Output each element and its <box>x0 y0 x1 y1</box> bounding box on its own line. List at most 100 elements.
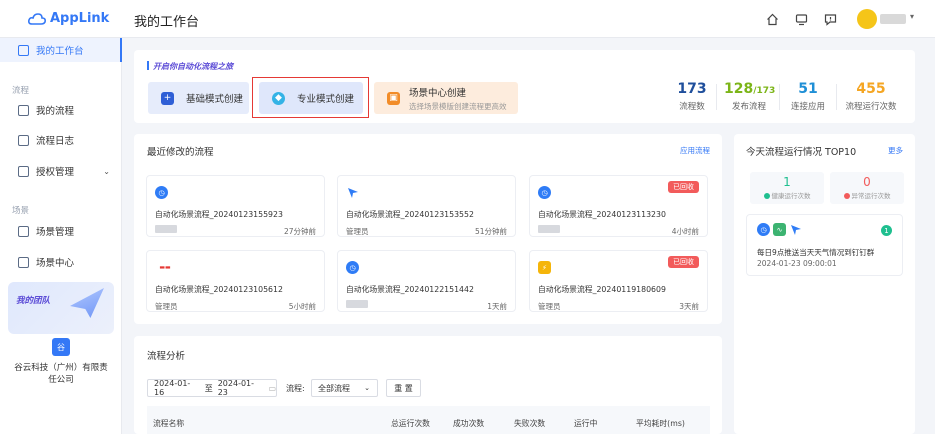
desk-icon <box>18 44 29 56</box>
stat-runs-label: 流程运行次数 <box>845 102 897 112</box>
stat-flows[interactable]: 173 流程数 <box>670 81 714 112</box>
flow-card[interactable]: ◷ 自动化场景流程_20240123155923 27分钟前 <box>146 175 325 237</box>
sidebar-item-label: 场景中心 <box>36 258 75 269</box>
recent-flows-title: 最近修改的流程 <box>147 147 214 158</box>
basic-mode-button[interactable]: + 基础模式创建 <box>148 82 249 114</box>
flow-filter-label: 流程: <box>286 384 305 393</box>
flow-select-value: 全部流程 <box>318 383 350 393</box>
org-badge[interactable]: 谷 <box>52 338 70 356</box>
flow-name: 自动化场景流程_20240123105612 <box>155 285 283 294</box>
username-redacted[interactable] <box>880 14 906 24</box>
top-bar: AppLink 我的工作台 ▾ <box>0 0 935 38</box>
stat-apps-value: 51 <box>798 81 818 97</box>
scene-center-create-button[interactable]: ▣ 场景中心创建 选择场景模版创建流程更高效 <box>374 82 518 114</box>
flow-name: 自动化场景流程_20240122151442 <box>346 285 474 294</box>
date-to: 2024-01-23 <box>217 379 255 397</box>
app-logo[interactable]: AppLink <box>28 11 109 26</box>
stat-flows-value: 173 <box>677 81 707 97</box>
section-label-scenes: 场景 <box>12 206 30 216</box>
column-header[interactable]: 流程名称 <box>153 418 184 429</box>
flow-select[interactable]: 全部流程 ⌄ <box>311 379 378 397</box>
recycled-badge: 已回收 <box>668 181 699 193</box>
check-icon <box>763 193 770 199</box>
sidebar-item-flow-log[interactable]: 流程日志 <box>0 128 122 152</box>
scene-create-title: 场景中心创建 <box>409 87 467 99</box>
pointer-icon <box>789 223 802 236</box>
stat-published-total: /173 <box>753 86 776 96</box>
flow-owner: 管理员 <box>346 227 369 236</box>
sidebar-item-label: 流程日志 <box>36 136 75 147</box>
flow-owner: 管理员 <box>538 302 561 311</box>
stat-apps-label: 连接应用 <box>790 102 825 112</box>
stat-published[interactable]: 128/173 发布流程 <box>724 81 776 112</box>
top-flow-name: 每日9点推送当天天气情况到钉钉群 <box>757 248 875 257</box>
abnormal-runs-value: 0 <box>863 175 871 189</box>
sidebar-item-workbench[interactable]: 我的工作台 <box>0 38 122 62</box>
section-label-flows: 流程 <box>12 86 30 96</box>
flow-owner: 管理员 <box>155 302 178 311</box>
flow-card[interactable]: ◷ 已回收 自动化场景流程_20240123113230 4小时前 <box>529 175 708 237</box>
run-count-badge: 1 <box>881 225 892 236</box>
sidebar-item-my-flows[interactable]: 我的流程 <box>0 98 122 122</box>
flow-time: 51分钟前 <box>474 227 507 236</box>
flow-time: 5小时前 <box>288 302 316 311</box>
flow-analysis-title: 流程分析 <box>147 351 186 362</box>
sidebar-item-scene-manage[interactable]: 场景管理 <box>0 219 122 243</box>
date-range-picker[interactable]: 2024-01-16 至 2024-01-23 ▭ <box>147 379 277 397</box>
pointer-icon <box>346 186 359 199</box>
top10-title: 今天流程运行情况 TOP10 <box>746 147 857 158</box>
flow-card[interactable]: ⚡ 已回收 自动化场景流程_20240119180609 管理员 3天前 <box>529 250 708 312</box>
owner-redacted <box>155 225 177 233</box>
sidebar-item-label: 我的工作台 <box>36 46 84 57</box>
reset-button[interactable]: 重 置 <box>386 379 421 397</box>
sidebar-item-auth[interactable]: 授权管理 ⌄ <box>0 159 122 183</box>
home-icon[interactable] <box>765 12 779 26</box>
column-header[interactable]: 平均耗时(ms) <box>636 418 685 429</box>
abnormal-runs-stat: 0 异常运行次数 <box>830 172 904 204</box>
sidebar-item-label: 我的流程 <box>36 106 75 117</box>
more-link[interactable]: 更多 <box>888 145 903 156</box>
monitor-icon[interactable] <box>794 12 808 26</box>
stat-runs-value: 455 <box>856 81 886 97</box>
sidebar-item-label: 场景管理 <box>36 227 75 238</box>
app-name: AppLink <box>50 11 110 26</box>
column-header[interactable]: 运行中 <box>574 418 597 429</box>
flow-time: 1天前 <box>487 302 507 311</box>
owner-redacted <box>538 225 560 233</box>
clock-icon: ◷ <box>155 186 168 199</box>
stat-apps[interactable]: 51 连接应用 <box>787 81 829 112</box>
flow-icon <box>18 104 29 116</box>
flow-card[interactable]: ◷ 自动化场景流程_20240122151442 1天前 <box>337 250 516 312</box>
avatar[interactable] <box>857 9 877 29</box>
chevron-down-icon[interactable]: ▾ <box>910 12 914 21</box>
owner-redacted <box>346 300 368 308</box>
cloud-logo-icon <box>28 12 46 25</box>
flow-card[interactable]: 自动化场景流程_20240123153552 管理员 51分钟前 <box>337 175 516 237</box>
scene-icon: ▣ <box>387 91 400 105</box>
column-header[interactable]: 总运行次数 <box>391 418 430 429</box>
clock-icon: ◷ <box>757 223 770 236</box>
app-flows-link[interactable]: 应用流程 <box>680 145 710 156</box>
flow-name: 自动化场景流程_20240123153552 <box>346 210 474 219</box>
log-icon <box>18 134 29 146</box>
highlight-frame <box>252 77 369 118</box>
flow-time: 3天前 <box>679 302 699 311</box>
date-from: 2024-01-16 <box>154 379 191 397</box>
sidebar-item-scene-center[interactable]: 场景中心 <box>0 250 122 274</box>
flow-card[interactable]: ▬▬ 自动化场景流程_20240123105612 管理员 5小时前 <box>146 250 325 312</box>
column-header[interactable]: 成功次数 <box>453 418 484 429</box>
stat-flows-label: 流程数 <box>679 102 705 112</box>
weather-icon: ∿ <box>773 223 786 236</box>
lightning-icon: ⚡ <box>538 261 551 274</box>
team-card[interactable]: 我的团队 <box>8 282 114 334</box>
auth-icon <box>18 165 29 177</box>
stat-divider <box>779 84 780 110</box>
org-name: 谷云科技（广州）有限责任公司 <box>14 363 108 385</box>
top-flow-item[interactable]: ◷ ∿ 1 每日9点推送当天天气情况到钉钉群 2024-01-23 09:00:… <box>746 214 903 276</box>
plus-icon: + <box>161 91 174 105</box>
sidebar-item-label: 授权管理 <box>36 167 75 178</box>
clock-icon: ◷ <box>346 261 359 274</box>
help-icon[interactable] <box>823 12 837 26</box>
column-header[interactable]: 失败次数 <box>514 418 545 429</box>
stat-runs[interactable]: 455 流程运行次数 <box>842 81 900 112</box>
